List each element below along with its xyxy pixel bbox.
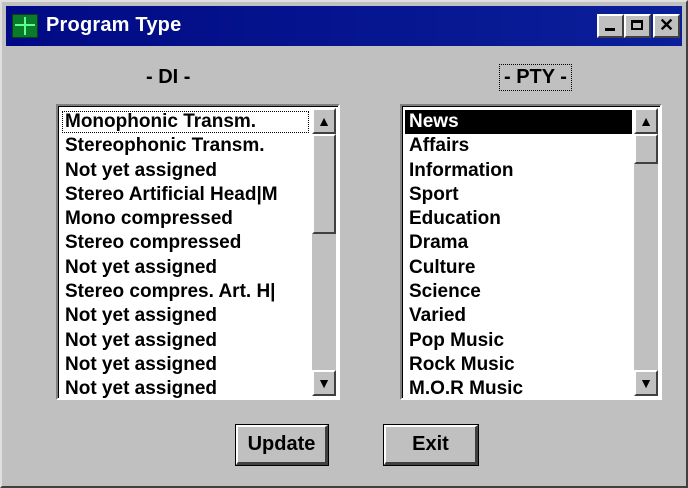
di-listbox[interactable]: Monophonic Transm. Stereophonic Transm. …	[56, 104, 340, 400]
di-list-item[interactable]: Stereophonic Transm.	[61, 134, 310, 158]
maximize-button[interactable]	[624, 14, 651, 38]
di-list-item[interactable]: Not yet assigned	[61, 377, 310, 401]
pty-list-item[interactable]: Education	[405, 207, 632, 231]
program-type-window: Program Type ✕ - DI - - PTY - Monophonic…	[0, 0, 688, 488]
maximize-icon	[631, 20, 643, 30]
scroll-up-arrow-icon[interactable]: ▲	[634, 108, 658, 134]
pty-list-item[interactable]: Information	[405, 159, 632, 183]
pty-list-item[interactable]: M.O.R Music	[405, 377, 632, 401]
pty-list-item[interactable]: Culture	[405, 256, 632, 280]
di-list-item[interactable]: Not yet assigned	[61, 329, 310, 353]
di-list-item[interactable]: Not yet assigned	[61, 304, 310, 328]
pty-list-item[interactable]: Sport	[405, 183, 632, 207]
minimize-button[interactable]	[597, 14, 624, 38]
pty-list-item[interactable]: Affairs	[405, 134, 632, 158]
di-list-item[interactable]: Stereo compressed	[61, 231, 310, 255]
di-label: - DI -	[146, 66, 191, 88]
minimize-icon	[605, 28, 615, 31]
di-list-item[interactable]: Monophonic Transm.	[61, 110, 310, 134]
di-list-item[interactable]: Not yet assigned	[61, 256, 310, 280]
pty-list-item[interactable]: Science	[405, 280, 632, 304]
update-button[interactable]: Update	[235, 424, 329, 466]
window-title: Program Type	[46, 14, 182, 36]
scroll-down-arrow-icon[interactable]: ▼	[312, 370, 336, 396]
pty-list-item[interactable]: News	[405, 110, 632, 135]
pty-scrollbar[interactable]: ▲ ▼	[634, 108, 658, 396]
di-scroll-thumb[interactable]	[312, 134, 336, 234]
di-scrollbar[interactable]: ▲ ▼	[312, 108, 336, 396]
pty-list-item[interactable]: Pop Music	[405, 329, 632, 353]
app-icon	[12, 14, 38, 38]
scroll-down-arrow-icon[interactable]: ▼	[634, 370, 658, 396]
close-icon: ✕	[658, 15, 675, 35]
di-list-item[interactable]: Stereo compres. Art. H|	[61, 280, 310, 304]
pty-list-item[interactable]: Rock Music	[405, 353, 632, 377]
di-list-item[interactable]: Mono compressed	[61, 207, 310, 231]
title-bar[interactable]: Program Type ✕	[6, 6, 682, 46]
di-list-item[interactable]: Not yet assigned	[61, 353, 310, 377]
pty-scroll-thumb[interactable]	[634, 134, 658, 164]
pty-list-item[interactable]: Drama	[405, 231, 632, 255]
pty-list-item[interactable]: Varied	[405, 304, 632, 328]
pty-label: - PTY -	[499, 64, 572, 91]
close-button[interactable]: ✕	[653, 14, 680, 38]
pty-listbox[interactable]: News Affairs Information Sport Education…	[400, 104, 662, 400]
scroll-up-arrow-icon[interactable]: ▲	[312, 108, 336, 134]
di-list-item[interactable]: Not yet assigned	[61, 159, 310, 183]
exit-button[interactable]: Exit	[383, 424, 479, 466]
di-list-item[interactable]: Stereo Artificial Head|M	[61, 183, 310, 207]
